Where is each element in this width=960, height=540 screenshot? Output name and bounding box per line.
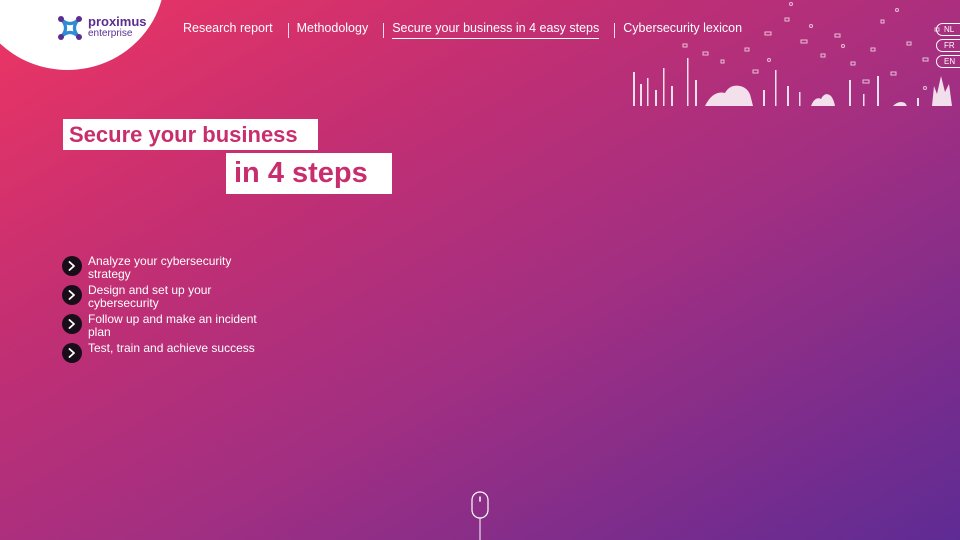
- chevron-right-icon: [62, 256, 82, 276]
- data-skyline-decoration: [633, 2, 952, 106]
- step-item-design[interactable]: Design and set up your cybersecurity: [62, 284, 273, 310]
- nav-separator: [287, 22, 289, 38]
- step-label: Follow up and make an incident plan: [88, 312, 257, 339]
- nav-separator: [383, 22, 385, 38]
- step-label: Test, train and achieve success: [88, 341, 255, 355]
- steps-list: Analyze your cybersecurity strategy Desi…: [62, 255, 273, 366]
- hero-title-line-1: Secure your business: [63, 119, 318, 150]
- step-item-test[interactable]: Test, train and achieve success: [62, 342, 273, 363]
- proximus-logo-icon: [58, 16, 82, 40]
- brand-name: proximus: [88, 14, 147, 29]
- nav-item-research-report[interactable]: Research report: [183, 21, 273, 39]
- chevron-right-icon: [62, 343, 82, 363]
- brand-subtitle: enterprise: [88, 28, 133, 39]
- chevron-right-icon: [62, 314, 82, 334]
- nav-item-secure-business[interactable]: Secure your business in 4 easy steps: [392, 21, 600, 39]
- hero-title-line-2: in 4 steps: [226, 153, 392, 194]
- step-item-analyze[interactable]: Analyze your cybersecurity strategy: [62, 255, 273, 281]
- nav-item-methodology[interactable]: Methodology: [297, 21, 369, 39]
- scroll-mouse-icon[interactable]: [471, 491, 489, 540]
- step-label: Design and set up your cybersecurity: [88, 283, 212, 310]
- step-item-follow-up[interactable]: Follow up and make an incident plan: [62, 313, 273, 339]
- nav-separator: [614, 22, 616, 38]
- step-label: Analyze your cybersecurity strategy: [88, 254, 232, 281]
- brand-logo[interactable]: proximus enterprise: [57, 15, 147, 41]
- chevron-right-icon: [62, 285, 82, 305]
